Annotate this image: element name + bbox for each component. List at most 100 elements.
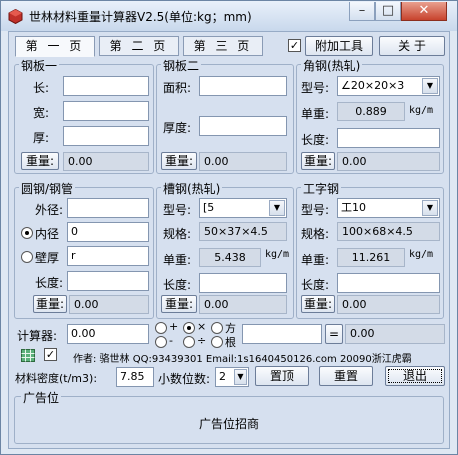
unit-weight-unit: kg/m bbox=[409, 105, 434, 116]
channel-model-select[interactable]: [5 ▼ bbox=[199, 198, 287, 218]
equals-button[interactable]: = bbox=[325, 324, 343, 344]
i-beam-length-input[interactable] bbox=[337, 273, 440, 293]
maximize-button[interactable]: □ bbox=[375, 2, 401, 21]
length-label: 长度: bbox=[301, 133, 330, 147]
author-info: 作者: 骆世林 QQ:93439301 Email:1s1640450126.c… bbox=[73, 354, 412, 365]
plate2-weight-button[interactable]: 重量: bbox=[161, 152, 197, 170]
operator-root-label: 根 bbox=[225, 336, 236, 349]
window-title: 世林材料重量计算器V2.5(单位:kg；mm) bbox=[29, 10, 252, 24]
plate1-thickness-input[interactable] bbox=[63, 126, 149, 146]
angle-length-input[interactable] bbox=[337, 128, 440, 148]
spec-label: 规格: bbox=[163, 227, 192, 241]
inner-diameter-input[interactable]: 0 bbox=[67, 222, 149, 242]
operator-plus-label: + bbox=[169, 320, 179, 333]
angle-model-value: ∠20×20×3 bbox=[341, 79, 405, 92]
title-bar[interactable]: 世林材料重量计算器V2.5(单位:kg；mm) – □ ✕ bbox=[1, 1, 457, 31]
operator-divide-label: ÷ bbox=[197, 334, 207, 347]
length-label: 长: bbox=[33, 81, 50, 95]
round-weight-button[interactable]: 重量: bbox=[33, 295, 67, 313]
inner-diameter-label: 内径 bbox=[35, 227, 60, 241]
operator-multiply-label: × bbox=[197, 320, 207, 333]
angle-weight-button[interactable]: 重量: bbox=[301, 152, 335, 170]
app-icon bbox=[8, 9, 23, 24]
length-label: 长度: bbox=[35, 276, 64, 290]
steel-plate-2-group: 钢板二 面积: 厚度: 重量: 0.00 bbox=[156, 57, 294, 174]
minimize-button[interactable]: – bbox=[349, 2, 375, 21]
unit-weight-unit: kg/m bbox=[409, 249, 434, 260]
calculator-operand1-input[interactable]: 0.00 bbox=[67, 324, 149, 344]
steel-plate-1-title: 钢板一 bbox=[19, 57, 60, 74]
angle-steel-title: 角钢(热轧) bbox=[301, 57, 363, 74]
extra-tools-checkbox[interactable]: ✓ bbox=[288, 39, 301, 52]
operator-plus-radio[interactable] bbox=[155, 322, 167, 334]
ad-text: 广告位招商 bbox=[198, 417, 259, 431]
plate1-weight-button[interactable]: 重量: bbox=[21, 152, 59, 170]
decimals-select[interactable]: 2 ▼ bbox=[215, 367, 249, 387]
plate1-width-input[interactable] bbox=[63, 101, 149, 121]
unit-weight-label: 单重: bbox=[301, 107, 330, 121]
operator-root-radio[interactable] bbox=[211, 336, 223, 348]
reset-button[interactable]: 重置 bbox=[319, 366, 373, 386]
model-label: 型号: bbox=[163, 203, 192, 217]
plate1-weight-output: 0.00 bbox=[63, 152, 149, 171]
tab-page-3[interactable]: 第 三 页 bbox=[183, 36, 263, 56]
i-beam-weight-button[interactable]: 重量: bbox=[301, 295, 335, 313]
wall-thickness-radio[interactable] bbox=[21, 251, 33, 263]
chevron-down-icon[interactable]: ▼ bbox=[234, 369, 247, 385]
operator-multiply-radio[interactable] bbox=[183, 322, 195, 334]
round-length-input[interactable] bbox=[67, 271, 149, 291]
i-beam-model-value: 工10 bbox=[341, 201, 366, 214]
about-button[interactable]: 关 于 bbox=[379, 36, 445, 56]
always-on-top-checkbox[interactable]: ✓ bbox=[44, 348, 57, 361]
round-steel-title: 圆钢/钢管 bbox=[19, 180, 76, 197]
operator-divide-radio[interactable] bbox=[183, 336, 195, 348]
calculator-operand2-input[interactable] bbox=[242, 324, 322, 344]
channel-steel-title: 槽钢(热轧) bbox=[161, 180, 223, 197]
tab-page-1[interactable]: 第 一 页 bbox=[15, 36, 95, 57]
plate2-area-input[interactable] bbox=[199, 76, 287, 96]
ad-group: 广告位 广告位招商 bbox=[14, 389, 444, 444]
wall-thickness-label: 壁厚 bbox=[35, 251, 60, 265]
chevron-down-icon[interactable]: ▼ bbox=[269, 200, 285, 216]
density-input[interactable]: 7.85 bbox=[116, 367, 154, 387]
channel-steel-group: 槽钢(热轧) 型号: [5 ▼ 规格: 50×37×4.5 单重: 5.438 … bbox=[156, 180, 294, 319]
channel-spec-output: 50×37×4.5 bbox=[199, 222, 287, 241]
angle-steel-group: 角钢(热轧) 型号: ∠20×20×3 ▼ 单重: 0.889 kg/m 长度:… bbox=[296, 57, 444, 174]
outer-diameter-label: 外径: bbox=[35, 203, 64, 217]
angle-model-select[interactable]: ∠20×20×3 ▼ bbox=[337, 76, 440, 96]
close-button[interactable]: ✕ bbox=[401, 2, 447, 21]
round-weight-output: 0.00 bbox=[69, 295, 149, 314]
operator-minus-radio[interactable] bbox=[155, 336, 167, 348]
channel-length-input[interactable] bbox=[199, 273, 287, 293]
channel-weight-output: 0.00 bbox=[199, 295, 287, 314]
grid-icon[interactable] bbox=[21, 349, 35, 362]
operator-minus-label: - bbox=[169, 334, 173, 347]
chevron-down-icon[interactable]: ▼ bbox=[422, 200, 438, 216]
i-beam-weight-output: 0.00 bbox=[337, 295, 440, 314]
tab-page-2[interactable]: 第 二 页 bbox=[99, 36, 179, 56]
ad-title: 广告位 bbox=[21, 389, 62, 406]
plate1-length-input[interactable] bbox=[63, 76, 149, 96]
app-window: 世林材料重量计算器V2.5(单位:kg；mm) – □ ✕ 第 一 页 第 二 … bbox=[0, 0, 458, 455]
i-beam-spec-output: 100×68×4.5 bbox=[337, 222, 440, 241]
channel-weight-button[interactable]: 重量: bbox=[161, 295, 197, 313]
unit-weight-unit: kg/m bbox=[265, 249, 290, 260]
width-label: 宽: bbox=[33, 106, 50, 120]
operator-square-radio[interactable] bbox=[211, 322, 223, 334]
model-label: 型号: bbox=[301, 203, 330, 217]
outer-diameter-input[interactable] bbox=[67, 198, 149, 218]
plate2-weight-output: 0.00 bbox=[199, 152, 287, 171]
exit-button[interactable]: 退出 bbox=[385, 366, 445, 386]
extra-tools-button[interactable]: 附加工具 bbox=[305, 36, 373, 56]
chevron-down-icon[interactable]: ▼ bbox=[422, 78, 438, 94]
i-beam-unit-weight-output: 11.261 bbox=[337, 248, 405, 267]
wall-thickness-input[interactable]: r bbox=[67, 246, 149, 266]
calculator-result-output: 0.00 bbox=[345, 324, 445, 344]
length-label: 长度: bbox=[163, 278, 192, 292]
decimals-label: 小数位数: bbox=[158, 372, 211, 386]
main-panel: 第 一 页 第 二 页 第 三 页 ✓ 附加工具 关 于 钢板一 长: 宽: 厚… bbox=[8, 31, 450, 449]
pin-top-button[interactable]: 置顶 bbox=[255, 366, 309, 386]
i-beam-model-select[interactable]: 工10 ▼ bbox=[337, 198, 440, 218]
plate2-thickness-input[interactable] bbox=[199, 116, 287, 136]
inner-diameter-radio[interactable] bbox=[21, 227, 33, 239]
